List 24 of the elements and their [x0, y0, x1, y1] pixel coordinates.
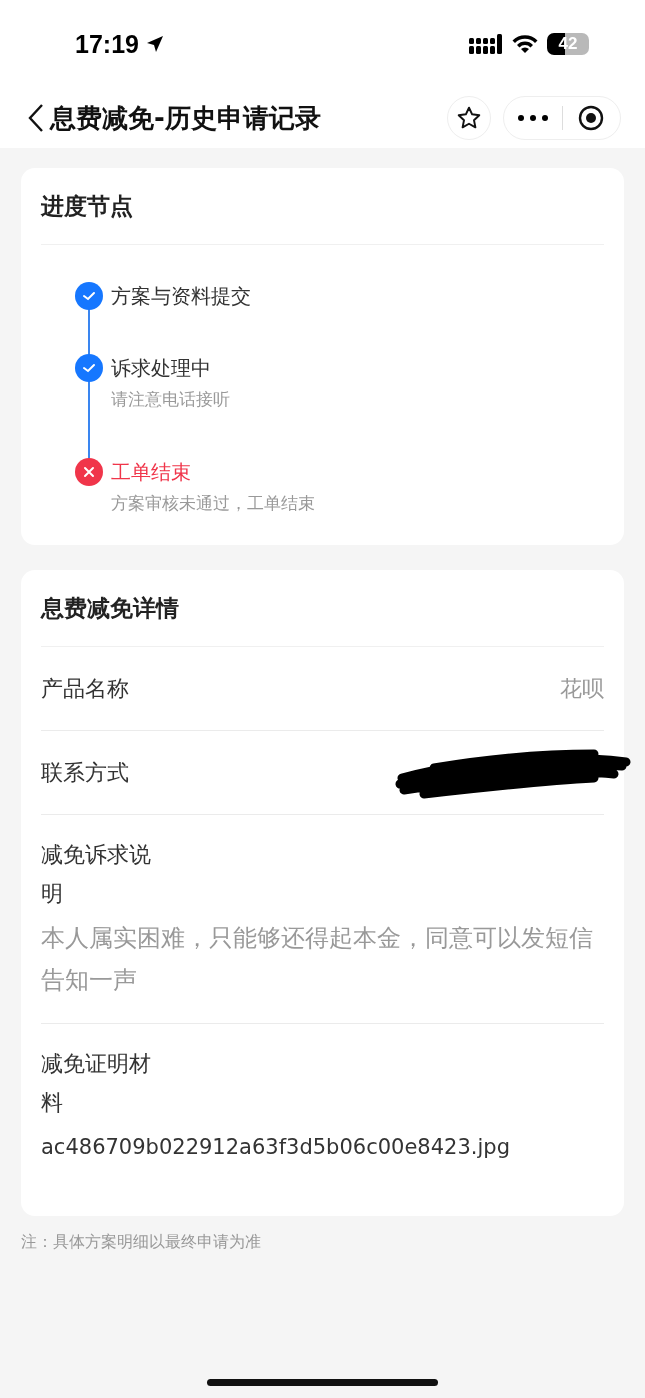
- step-note: 请注意电话接听: [111, 388, 230, 411]
- field-label: 减免证明材料: [41, 1050, 152, 1117]
- field-label: 联系方式: [41, 759, 129, 787]
- footnote: 注：具体方案明细以最终申请为准: [20, 1231, 262, 1253]
- field-value: 花呗: [560, 674, 604, 703]
- step-label: 方案与资料提交: [111, 283, 251, 310]
- record-icon: [578, 105, 605, 131]
- star-icon: [456, 105, 482, 131]
- signal-icon: [469, 34, 503, 54]
- step-label: 诉求处理中: [111, 355, 212, 382]
- status-time: 17:19: [75, 29, 139, 59]
- card-title: 息费减免详情: [41, 570, 604, 647]
- wifi-icon: [511, 34, 539, 54]
- field-label: 产品名称: [41, 675, 129, 703]
- back-icon[interactable]: [28, 103, 44, 133]
- card-title: 进度节点: [41, 168, 604, 245]
- favorite-button[interactable]: [447, 96, 491, 140]
- more-icon: [517, 115, 548, 121]
- step-note: 方案审核未通过，工单结束: [111, 492, 315, 515]
- step-label: 工单结束: [111, 459, 192, 486]
- field-value: ac486709b022912a63f3d5b06c00e8423.jpg: [41, 1134, 510, 1161]
- field-value: 本人属实困难，只能够还得起本金，同意可以发短信告知一声: [41, 923, 594, 996]
- field-label: 减免诉求说明: [41, 841, 152, 908]
- page-title: 息费减免-历史申请记录: [50, 101, 322, 135]
